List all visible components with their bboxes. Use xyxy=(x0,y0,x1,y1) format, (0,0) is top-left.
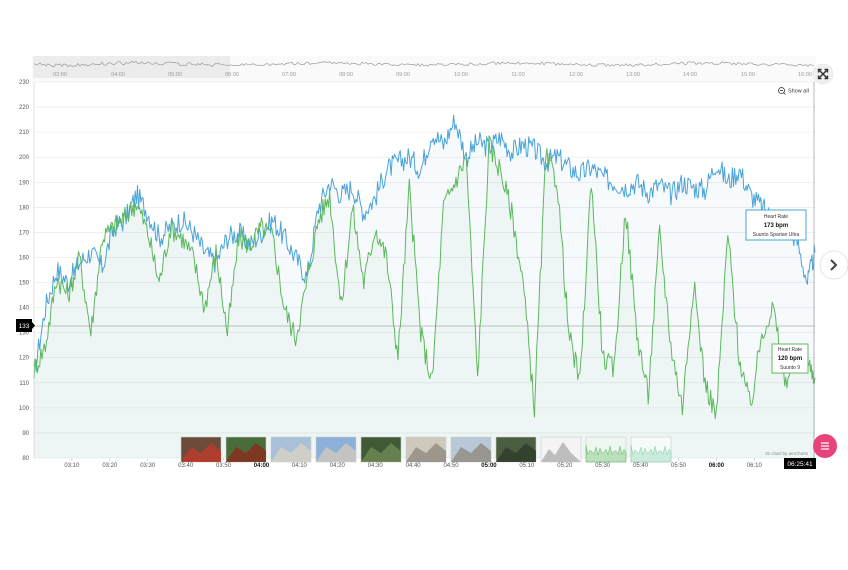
overview-tick-label: 06:00 xyxy=(225,72,239,78)
x-tick-label: 04:30 xyxy=(368,463,384,469)
x-tick-label: 03:50 xyxy=(216,463,232,469)
tooltip-1-title: Heart Rate xyxy=(764,214,788,220)
overview-tick-label: 14:00 xyxy=(683,72,697,78)
thumbnail-mini-chart[interactable] xyxy=(630,436,672,463)
tooltip-series-1: Heart Rate 173 bpm Suunto Spartan Ultra xyxy=(745,209,807,241)
y-tick-label: 170 xyxy=(19,230,30,236)
overview-tick-label: 02:00 xyxy=(53,72,67,78)
thumbnail-photo-terrain[interactable] xyxy=(495,436,537,463)
y-tick-label: 190 xyxy=(19,180,30,186)
thumbnail-photo-runner-forest[interactable] xyxy=(225,436,267,463)
x-tick-label: 05:30 xyxy=(595,463,611,469)
media-thumbnails xyxy=(180,436,672,463)
thumbnail-photo-forest[interactable] xyxy=(360,436,402,463)
overview-tick-label: 12:00 xyxy=(569,72,583,78)
y-tick-label: 100 xyxy=(19,406,30,412)
x-tick-label: 05:50 xyxy=(671,463,687,469)
tooltip-2-title: Heart Rate xyxy=(778,347,802,353)
heart-rate-chart: 02:00 04:00 05:00 06:00 07:00 08:00 09:00 10:00… xyxy=(0,0,848,469)
fullscreen-button[interactable] xyxy=(812,63,834,85)
x-tick-label: 03:10 xyxy=(64,463,80,469)
thumbnail-photo-rocks[interactable] xyxy=(405,436,447,463)
y-tick-label: 150 xyxy=(19,281,30,287)
overview-tick-label: 05:00 xyxy=(168,72,182,78)
y-tick-label: 220 xyxy=(19,105,30,111)
heart-rate-chart-panel: 02:00 04:00 05:00 06:00 07:00 08:00 09:00 10:00… xyxy=(0,0,848,565)
y-tick-label: 120 xyxy=(19,356,30,362)
top-page-band xyxy=(0,0,848,55)
thumbnail-photo-rock-sky[interactable] xyxy=(315,436,357,463)
thumbnail-photo-rocky-sky[interactable] xyxy=(270,436,312,463)
cursor-value-badge: 133 xyxy=(16,319,35,332)
y-tick-label: 90 xyxy=(22,431,29,437)
overview-tick-label: 16:00 xyxy=(798,72,812,78)
y-tick-label: 210 xyxy=(19,130,30,136)
x-tick-label: 04:40 xyxy=(406,463,422,469)
tooltip-2-value: 120 bpm xyxy=(778,356,802,362)
x-tick-label: 04:00 xyxy=(254,463,270,469)
x-tick-label: 03:30 xyxy=(140,463,156,469)
overview-tick-label: 09:00 xyxy=(396,72,410,78)
x-tick-label: 05:00 xyxy=(481,463,497,469)
overview-tick-label: 15:00 xyxy=(741,72,755,78)
thumbnail-mini-chart[interactable] xyxy=(585,436,627,463)
show-all-button[interactable]: Show all xyxy=(778,87,809,95)
x-tick-label: 06:10 xyxy=(747,463,763,469)
y-tick-label: 160 xyxy=(19,255,30,261)
x-tick-label: 03:20 xyxy=(102,463,118,469)
show-all-label: Show all xyxy=(788,89,809,95)
x-tick-label: 04:20 xyxy=(330,463,346,469)
overview-scrollbar[interactable]: 02:00 04:00 05:00 06:00 07:00 08:00 09:00 10:00… xyxy=(32,56,816,82)
x-tick-label: 06:00 xyxy=(709,463,725,469)
tooltip-series-2: Heart Rate 120 bpm Suunto 9 xyxy=(771,343,809,374)
overview-tick-label: 10:00 xyxy=(454,72,468,78)
tooltip-1-value: 173 bpm xyxy=(764,223,788,229)
y-tick-label: 80 xyxy=(22,456,29,462)
y-tick-label: 140 xyxy=(19,306,30,312)
overview-tick-label: 11:00 xyxy=(511,72,524,78)
x-tick-label: 05:40 xyxy=(633,463,649,469)
thumbnail-elevation-profile[interactable] xyxy=(540,436,582,463)
x-tick-label: 04:10 xyxy=(292,463,308,469)
overview-tick-label: 04:00 xyxy=(111,72,125,78)
tooltip-1-device: Suunto Spartan Ultra xyxy=(753,232,800,238)
menu-button[interactable] xyxy=(813,434,837,458)
thumbnail-photo-runners[interactable] xyxy=(180,436,222,463)
y-tick-label: 180 xyxy=(19,205,30,211)
overview-tick-label: 07:00 xyxy=(282,72,296,78)
thumbnail-photo-rocks-sky[interactable] xyxy=(450,436,492,463)
tooltip-2-device: Suunto 9 xyxy=(780,365,800,371)
plot-area xyxy=(33,81,816,459)
y-tick-label: 110 xyxy=(19,381,29,387)
cursor-time-badge: 06:25:41 xyxy=(784,458,816,469)
overview-tick-label: 13:00 xyxy=(626,72,640,78)
series-fill xyxy=(34,115,815,458)
x-tick-label: 05:10 xyxy=(519,463,535,469)
cursor-value-text: 133 xyxy=(19,323,30,330)
next-button[interactable] xyxy=(819,250,848,280)
y-tick-label: 200 xyxy=(19,155,30,161)
overview-tick-label: 08:00 xyxy=(339,72,353,78)
chart-credit: JS chart by amCharts xyxy=(765,451,809,456)
x-tick-label: 03:40 xyxy=(178,463,194,469)
x-tick-label: 04:50 xyxy=(444,463,460,469)
cursor-time-text: 06:25:41 xyxy=(787,461,813,468)
x-tick-label: 05:20 xyxy=(557,463,573,469)
y-axis: 2302202102001901801701601501401301201101… xyxy=(19,80,35,462)
y-tick-label: 230 xyxy=(19,80,30,86)
